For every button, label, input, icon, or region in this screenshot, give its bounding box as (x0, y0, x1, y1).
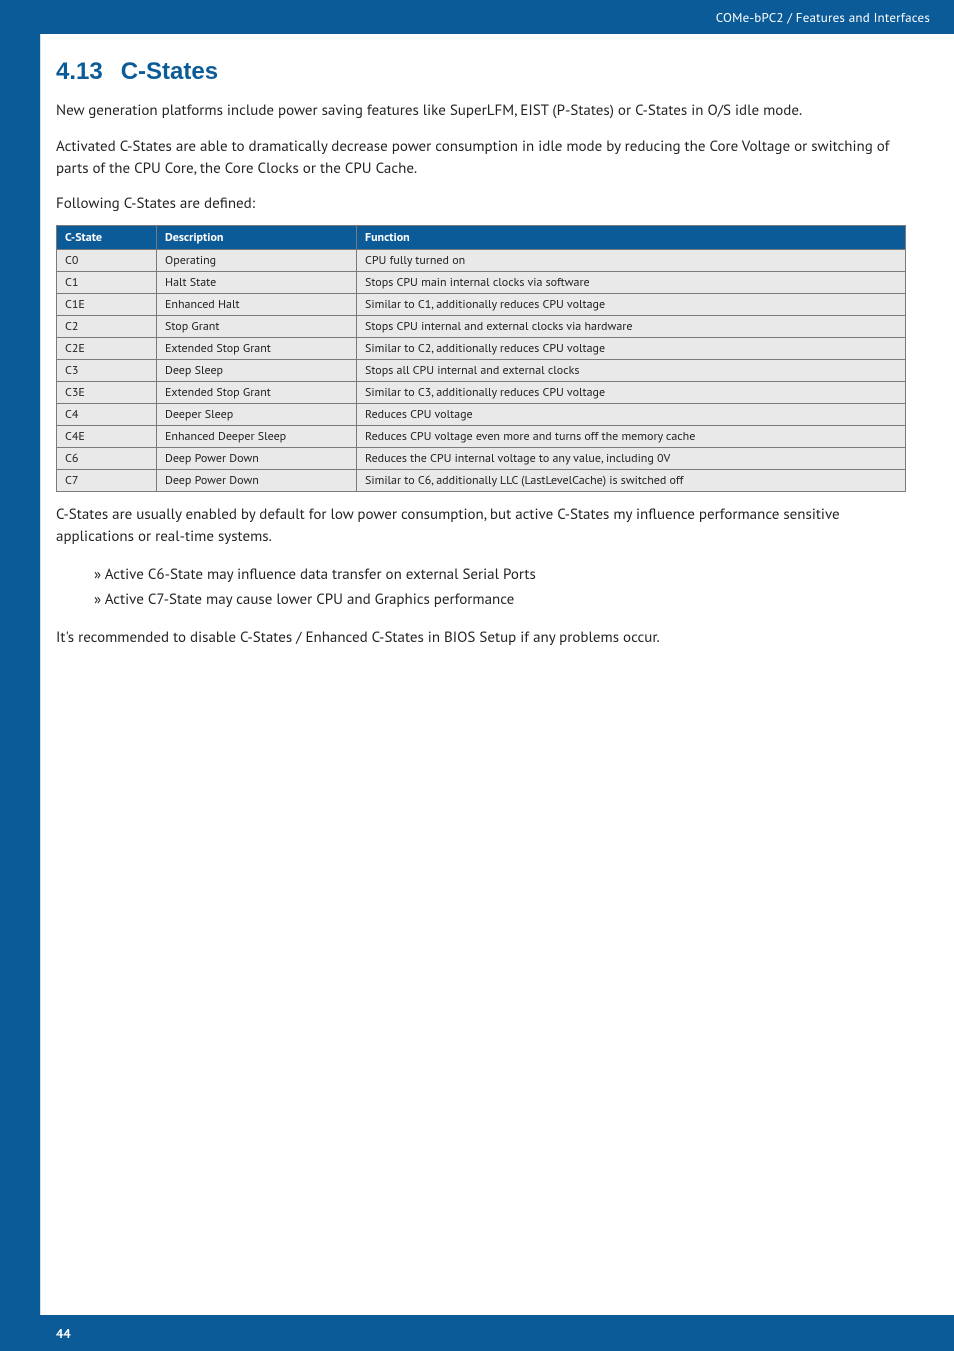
breadcrumb: COMe-bPC2 / Features and Interfaces (716, 9, 930, 26)
cell-desc: Deep Power Down (157, 470, 357, 492)
table-row: C4Deeper SleepReduces CPU voltage (57, 404, 906, 426)
content: 4.13 C-States New generation platforms in… (56, 58, 906, 662)
cell-desc: Deep Sleep (157, 360, 357, 382)
paragraph: Following C-States are defined: (56, 193, 906, 215)
section-heading: 4.13 C-States (56, 58, 906, 86)
cell-func: Reduces CPU voltage even more and turns … (357, 426, 906, 448)
side-strip (0, 0, 40, 1351)
cell-desc: Extended Stop Grant (157, 338, 357, 360)
cell-cstate: C7 (57, 470, 157, 492)
cell-cstate: C4 (57, 404, 157, 426)
col-description: Description (157, 226, 357, 250)
table-row: C1EEnhanced HaltSimilar to C1, additiona… (57, 294, 906, 316)
cell-func: Similar to C1, additionally reduces CPU … (357, 294, 906, 316)
list-item: Active C7-State may cause lower CPU and … (94, 587, 906, 613)
cstates-table: C-State Description Function C0Operating… (56, 225, 906, 492)
cell-desc: Operating (157, 250, 357, 272)
page: COMe-bPC2 / Features and Interfaces 4.13… (0, 0, 954, 1351)
cell-func: Reduces the CPU internal voltage to any … (357, 448, 906, 470)
table-row: C2EExtended Stop GrantSimilar to C2, add… (57, 338, 906, 360)
cell-cstate: C1E (57, 294, 157, 316)
cell-desc: Enhanced Deeper Sleep (157, 426, 357, 448)
table-row: C7Deep Power DownSimilar to C6, addition… (57, 470, 906, 492)
table-row: C0OperatingCPU fully turned on (57, 250, 906, 272)
table-header-row: C-State Description Function (57, 226, 906, 250)
table-row: C2Stop GrantStops CPU internal and exter… (57, 316, 906, 338)
table-row: C3EExtended Stop GrantSimilar to C3, add… (57, 382, 906, 404)
bullet-list: Active C6-State may influence data trans… (94, 562, 906, 613)
cell-desc: Deep Power Down (157, 448, 357, 470)
section-number: 4.13 (56, 58, 103, 85)
table-row: C1Halt StateStops CPU main internal cloc… (57, 272, 906, 294)
page-number: 44 (56, 1325, 71, 1342)
cell-func: Stops all CPU internal and external cloc… (357, 360, 906, 382)
cell-func: Stops CPU internal and external clocks v… (357, 316, 906, 338)
cell-func: Similar to C3, additionally reduces CPU … (357, 382, 906, 404)
section-title: C-States (121, 58, 218, 85)
table-row: C4EEnhanced Deeper SleepReduces CPU volt… (57, 426, 906, 448)
cell-cstate: C3 (57, 360, 157, 382)
cell-cstate: C3E (57, 382, 157, 404)
cell-func: Similar to C6, additionally LLC (LastLev… (357, 470, 906, 492)
cell-func: Similar to C2, additionally reduces CPU … (357, 338, 906, 360)
cell-desc: Stop Grant (157, 316, 357, 338)
paragraph: C-States are usually enabled by default … (56, 504, 906, 548)
cell-cstate: C1 (57, 272, 157, 294)
cell-cstate: C6 (57, 448, 157, 470)
cell-cstate: C4E (57, 426, 157, 448)
header-bar: COMe-bPC2 / Features and Interfaces (40, 0, 954, 34)
cell-desc: Extended Stop Grant (157, 382, 357, 404)
list-item: Active C6-State may influence data trans… (94, 562, 906, 588)
cell-func: Stops CPU main internal clocks via softw… (357, 272, 906, 294)
cell-desc: Enhanced Halt (157, 294, 357, 316)
paragraph: Activated C-States are able to dramatica… (56, 136, 906, 180)
cell-desc: Deeper Sleep (157, 404, 357, 426)
paragraph: New generation platforms include power s… (56, 100, 906, 122)
cell-func: CPU fully turned on (357, 250, 906, 272)
table-row: C6Deep Power DownReduces the CPU interna… (57, 448, 906, 470)
cell-cstate: C2E (57, 338, 157, 360)
paragraph: It's recommended to disable C-States / E… (56, 627, 906, 649)
col-cstate: C-State (57, 226, 157, 250)
cell-cstate: C0 (57, 250, 157, 272)
cell-func: Reduces CPU voltage (357, 404, 906, 426)
footer-bar: 44 (0, 1315, 954, 1351)
table-row: C3Deep SleepStops all CPU internal and e… (57, 360, 906, 382)
cell-cstate: C2 (57, 316, 157, 338)
col-function: Function (357, 226, 906, 250)
cell-desc: Halt State (157, 272, 357, 294)
